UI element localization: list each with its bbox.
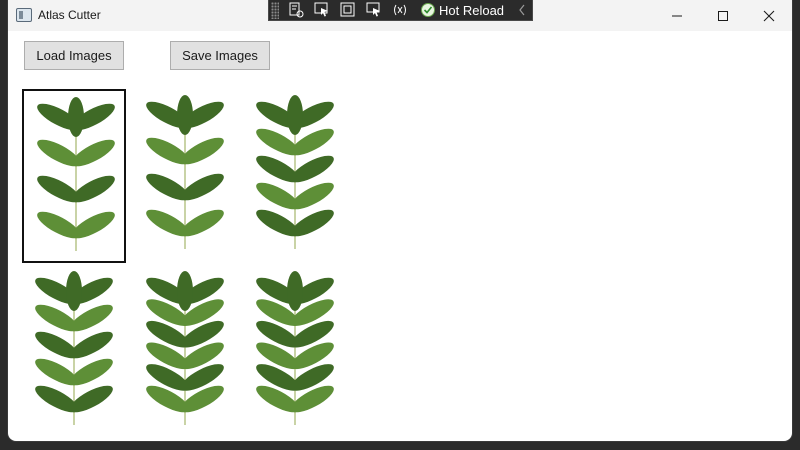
track-focus-icon: [366, 2, 380, 17]
leaf-sprite: [146, 271, 224, 425]
display-layout-adorners-icon: [340, 2, 355, 17]
sprite-thumbnail[interactable]: [133, 265, 237, 439]
leaf-sprite: [146, 95, 224, 249]
leaf-sprite: [256, 271, 334, 425]
live-visual-tree-button[interactable]: [287, 2, 305, 18]
leaf-sprite: [37, 97, 115, 251]
live-visual-tree-icon: [289, 2, 304, 18]
toolbar-grip-handle[interactable]: [271, 1, 279, 19]
binding-failures-icon: [394, 4, 406, 16]
select-element-button[interactable]: [313, 2, 331, 18]
sprite-thumbnail[interactable]: [133, 89, 237, 263]
maximize-button[interactable]: [700, 0, 746, 31]
collapse-chevron-icon: [519, 4, 525, 16]
hot-reload-check-icon: [421, 3, 435, 17]
sprite-thumbnail[interactable]: [243, 265, 347, 439]
app-window: Atlas Cutter Load Images Save Images: [8, 0, 792, 441]
close-button[interactable]: [746, 0, 792, 31]
minimize-icon: [672, 15, 682, 16]
minimize-button[interactable]: [654, 0, 700, 31]
collapse-toolbar-button[interactable]: [518, 4, 526, 16]
sprite-thumbnail[interactable]: [243, 89, 347, 263]
leaf-sprite: [256, 95, 334, 249]
hot-reload-label[interactable]: Hot Reload: [439, 3, 504, 18]
save-images-button[interactable]: Save Images: [170, 41, 270, 70]
maximize-icon: [718, 10, 728, 21]
window-title: Atlas Cutter: [38, 8, 101, 22]
track-focus-button[interactable]: [365, 2, 383, 18]
close-icon: [763, 10, 775, 21]
binding-failures-button[interactable]: [391, 2, 409, 18]
sprite-thumbnail[interactable]: [22, 89, 126, 263]
sprite-thumbnail[interactable]: [22, 265, 126, 439]
window-app-icon: [16, 8, 32, 22]
xaml-debug-toolbar: Hot Reload: [268, 0, 533, 21]
select-element-icon: [314, 2, 328, 17]
display-layout-adorners-button[interactable]: [339, 2, 357, 18]
leaf-sprite: [35, 271, 113, 425]
load-images-button[interactable]: Load Images: [24, 41, 124, 70]
